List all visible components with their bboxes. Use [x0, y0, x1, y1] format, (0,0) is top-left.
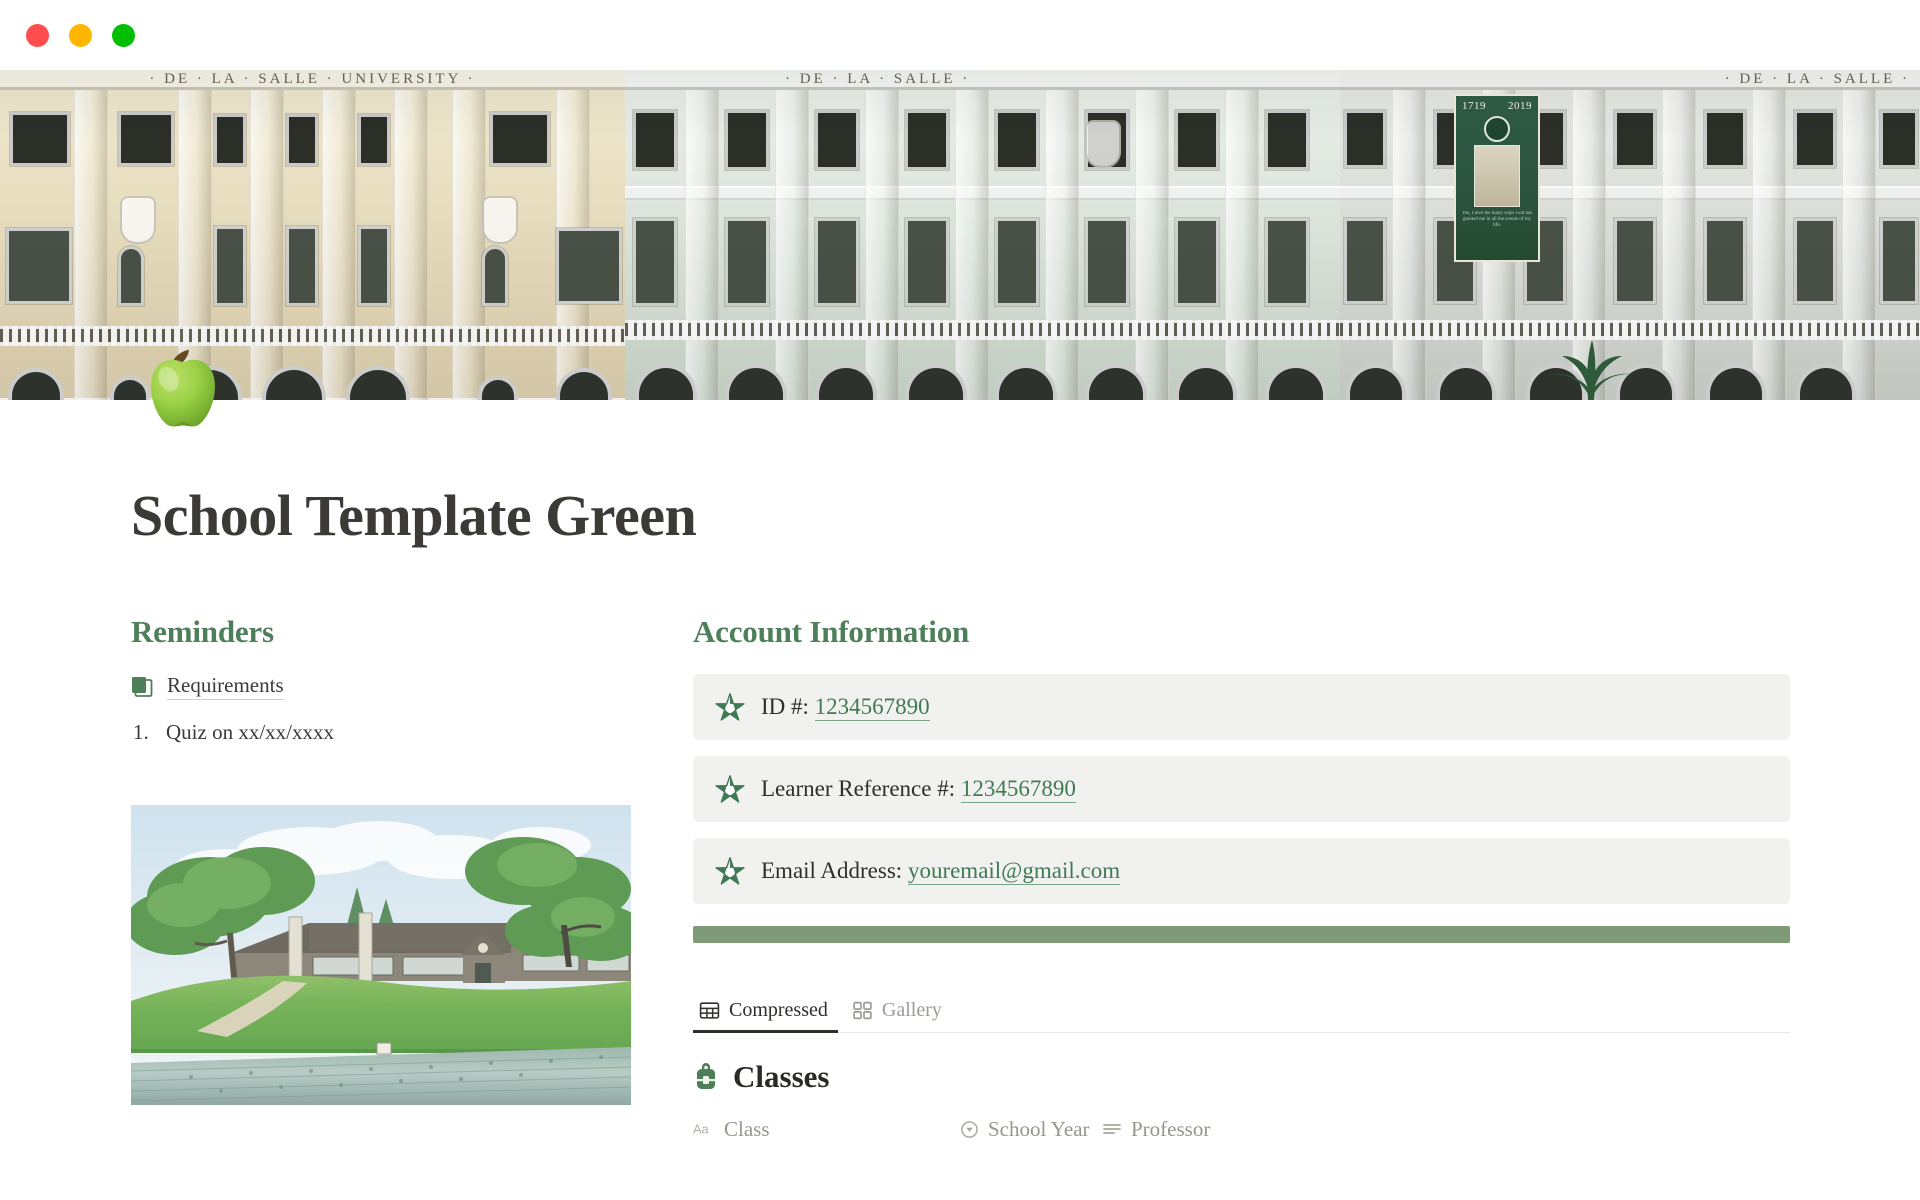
gallery-icon [853, 1001, 872, 1020]
school-illustration[interactable] [131, 805, 631, 1106]
green-star-icon [715, 856, 745, 885]
cover-photo: · DE · LA · SALLE · UNIVERSITY · · DE · … [0, 68, 1920, 400]
anniversary-banner: 1719 2019 Yes, I love the many ways God … [1454, 94, 1540, 262]
account-row-label: Email Address: youremail@gmail.com [761, 857, 1121, 885]
table-icon [699, 1002, 720, 1019]
database-title-name: Classes [733, 1058, 830, 1094]
title-text-icon: Aa [693, 1122, 710, 1137]
green-star-icon [715, 692, 745, 721]
maximize-window-button[interactable] [112, 23, 135, 47]
account-column: Account Information ID #: 1234567890 Lea… [693, 614, 1853, 1142]
column-header-school-year[interactable]: School Year [960, 1117, 1102, 1142]
database-title[interactable]: Classes [693, 1059, 1853, 1095]
page-content: School Template Green Reminders Requirem… [0, 400, 1920, 1142]
cover-image[interactable]: · DE · LA · SALLE · UNIVERSITY · · DE · … [0, 68, 1920, 400]
tab-compressed[interactable]: Compressed [693, 993, 838, 1033]
green-backpack-icon [697, 1062, 715, 1089]
window-title-bar [0, 0, 1920, 70]
tab-gallery[interactable]: Gallery [846, 993, 952, 1032]
cover-panel-left: · DE · LA · SALLE · UNIVERSITY · [0, 68, 625, 400]
list-item[interactable]: 1. Quiz on xx/xx/xxxx [133, 718, 631, 747]
account-row-label: ID #: 1234567890 [761, 693, 930, 721]
close-window-button[interactable] [26, 23, 49, 47]
university-label-center: · DE · LA · SALLE · [785, 71, 971, 87]
green-star-icon [715, 774, 745, 803]
school-illustration-art [131, 805, 631, 1106]
text-lines-icon [1103, 1124, 1121, 1135]
column-header-professor[interactable]: Professor [1102, 1117, 1210, 1142]
banner-seal-icon [1484, 116, 1510, 142]
reminders-column: Reminders Requirements 1. Quiz on xx/xx/… [131, 614, 631, 1142]
column-header-class-label: Class [724, 1116, 770, 1141]
select-icon [961, 1120, 978, 1138]
banner-portrait [1474, 145, 1520, 207]
database-column-headers: Aa Class School Year Professor [693, 1117, 1853, 1142]
requirements-link-label: Requirements [167, 673, 284, 700]
account-row-id-value[interactable]: 1234567890 [814, 693, 930, 721]
account-row-id[interactable]: ID #: 1234567890 [693, 673, 1790, 740]
account-information-rows: ID #: 1234567890 Learner Reference #: 12… [693, 673, 1853, 904]
database-view-tabs: Compressed Gallery [693, 993, 1790, 1033]
cover-panel-center: · DE · LA · SALLE · [625, 68, 1340, 400]
svg-text:Aa: Aa [693, 1122, 710, 1137]
page-title[interactable]: School Template Green [131, 484, 1920, 548]
notion-page-icon [132, 677, 153, 698]
university-label-right: · DE · LA · SALLE · [1724, 71, 1910, 87]
column-header-professor-label: Professor [1131, 1116, 1211, 1141]
banner-year-start: 1719 [1462, 100, 1486, 112]
cover-cornice-center [625, 68, 1340, 90]
green-divider-bar [693, 925, 1790, 943]
green-apple-page-icon[interactable] [140, 348, 226, 434]
two-column-layout: Reminders Requirements 1. Quiz on xx/xx/… [0, 614, 1920, 1142]
account-row-label: Learner Reference #: 1234567890 [761, 775, 1076, 803]
banner-year-end: 2019 [1508, 100, 1532, 112]
account-row-email[interactable]: Email Address: youremail@gmail.com [693, 837, 1790, 904]
account-row-learner-reference-label: Learner Reference #: [761, 775, 956, 801]
requirements-page-link[interactable]: Requirements [131, 673, 631, 700]
account-row-learner-reference-value[interactable]: 1234567890 [960, 775, 1076, 803]
account-row-id-label: ID #: [761, 693, 809, 719]
cover-panel-right: · DE · LA · SALLE · 1719 2019 Yes, I lov… [1340, 68, 1920, 400]
reminders-heading: Reminders [131, 613, 274, 649]
tab-gallery-label: Gallery [881, 998, 942, 1021]
account-row-email-value[interactable]: youremail@gmail.com [907, 857, 1121, 885]
palm-plant [1550, 340, 1632, 400]
column-header-school-year-label: School Year [988, 1116, 1090, 1141]
tab-compressed-label: Compressed [729, 998, 828, 1021]
minimize-window-button[interactable] [69, 23, 92, 47]
account-row-learner-reference[interactable]: Learner Reference #: 1234567890 [693, 755, 1790, 822]
list-item-number: 1. [133, 719, 149, 744]
list-item-text: Quiz on xx/xx/xxxx [166, 719, 334, 744]
account-row-email-label: Email Address: [761, 857, 903, 883]
column-header-class[interactable]: Aa Class [693, 1117, 960, 1142]
account-information-heading: Account Information [693, 613, 970, 649]
university-label: · DE · LA · SALLE · UNIVERSITY · [149, 71, 476, 87]
banner-quote: Yes, I love the many ways God has grante… [1461, 211, 1533, 228]
reminders-numbered-list: 1. Quiz on xx/xx/xxxx [133, 718, 631, 747]
